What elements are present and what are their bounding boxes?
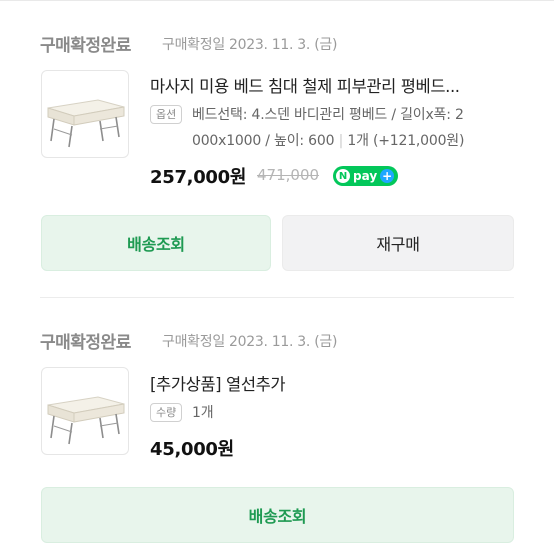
purchase-confirm-date: 구매확정일 2023. 11. 3. (금) — [162, 37, 338, 53]
npay-plus-badge: N pay + — [333, 166, 399, 186]
purchase-confirm-date: 구매확정일 2023. 11. 3. (금) — [162, 334, 338, 350]
reorder-button[interactable]: 재구매 — [282, 215, 514, 271]
option-line-2: 000x1000 / 높이: 600 | 1개 (+121,000원) — [192, 129, 464, 153]
npay-n-icon: N — [336, 169, 350, 183]
product-thumbnail[interactable] — [41, 367, 129, 455]
npay-label: pay — [353, 169, 378, 183]
option-quantity-price: 1개 (+121,000원) — [347, 133, 465, 149]
order-status: 구매확정완료 — [40, 36, 131, 56]
quantity-value: 1개 — [192, 405, 214, 421]
quantity-badge: 수량 — [150, 403, 183, 422]
order-status: 구매확정완료 — [40, 333, 131, 353]
sale-price: 45,000원 — [150, 439, 234, 460]
product-thumbnail[interactable] — [41, 70, 129, 158]
sale-price: 257,000원 — [150, 167, 247, 188]
order-divider — [40, 297, 514, 298]
massage-bed-thumbnail — [47, 396, 125, 445]
delivery-tracking-button[interactable]: 배송조회 — [41, 215, 271, 271]
option-separator: | — [338, 133, 344, 149]
product-title[interactable]: 마사지 미용 베드 침대 철제 피부관리 평베드... — [150, 73, 460, 97]
option-dimensions: 000x1000 / 높이: 600 — [192, 133, 335, 149]
product-title[interactable]: [추가상품] 열선추가 — [150, 371, 286, 395]
top-divider — [0, 0, 554, 1]
option-badge: 옵션 — [150, 105, 183, 124]
option-line-1: 베드선택: 4.스덴 바디관리 평베드 / 길이x폭: 2 — [192, 107, 464, 123]
massage-bed-thumbnail — [47, 99, 125, 148]
delivery-tracking-button[interactable]: 배송조회 — [41, 487, 514, 543]
original-price: 471,000 — [257, 166, 320, 184]
plus-icon: + — [380, 169, 395, 183]
